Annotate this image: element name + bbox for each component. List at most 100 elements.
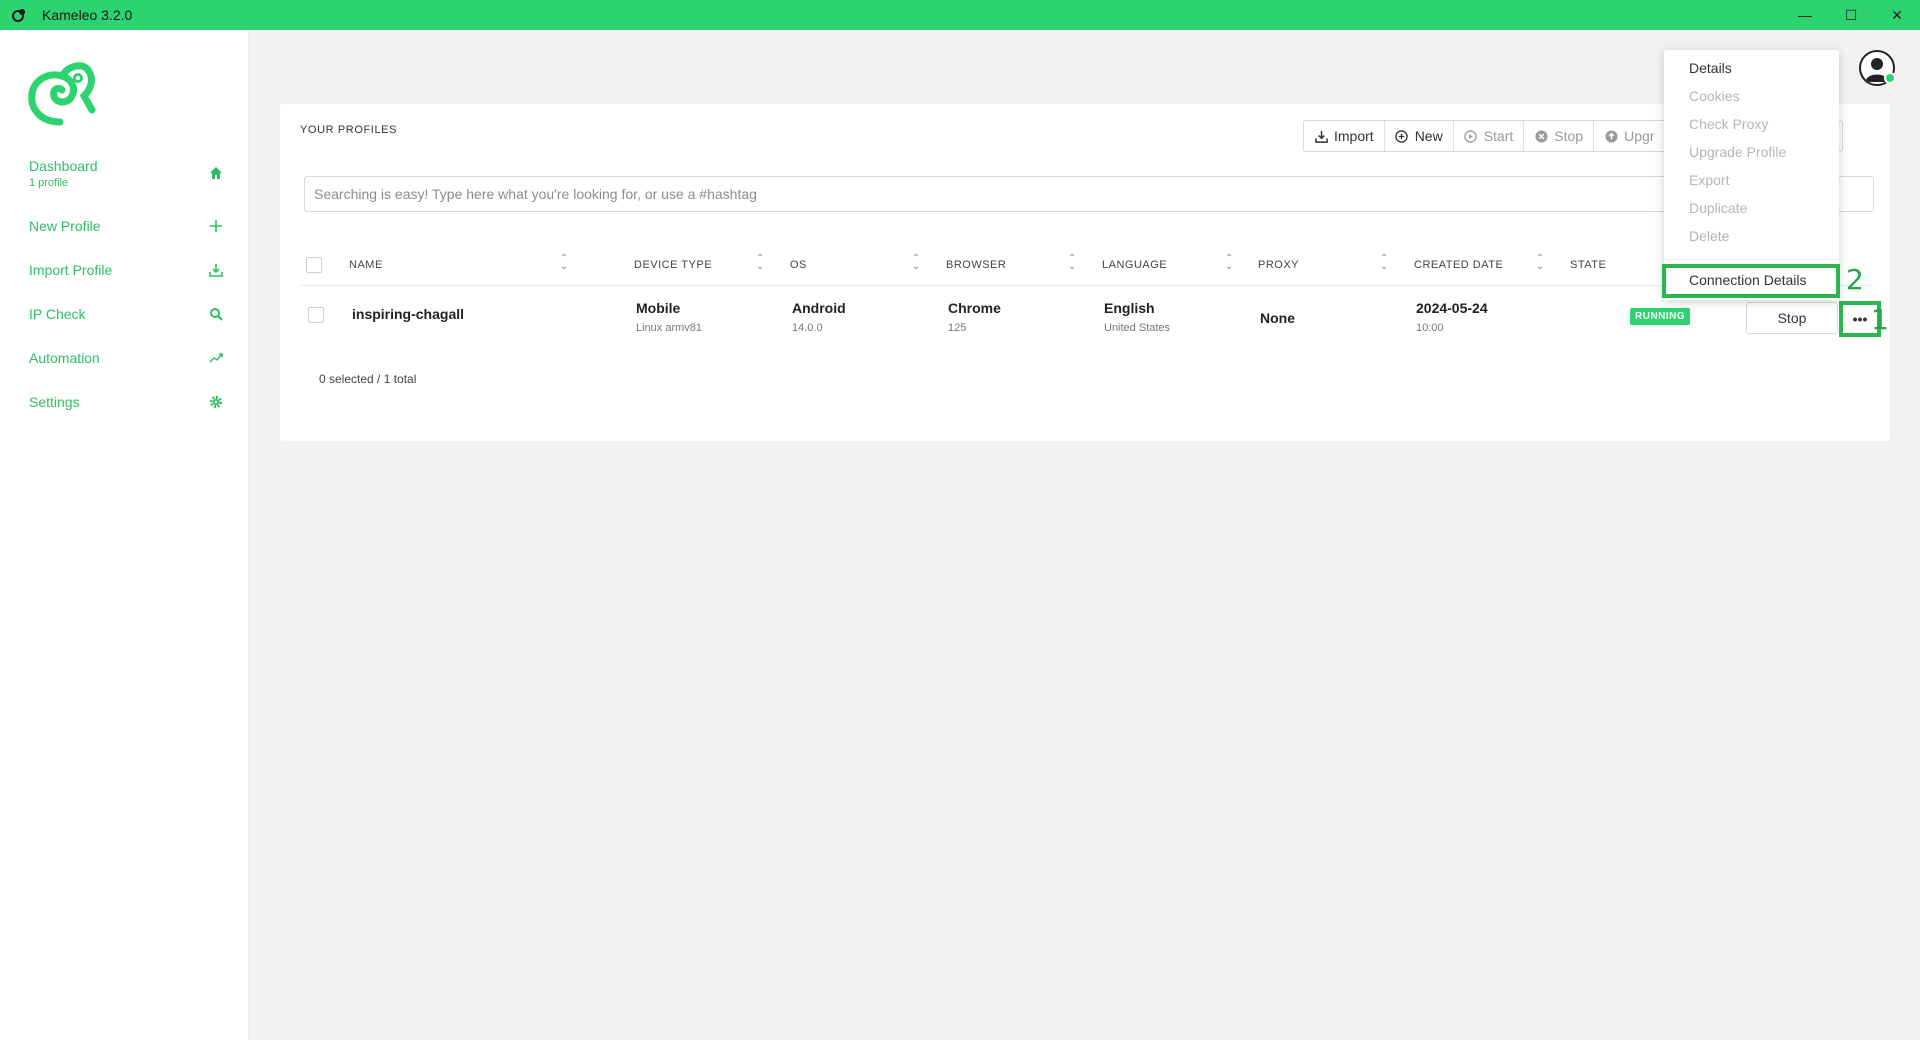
column-header-browser[interactable]: BROWSER [946,244,1006,286]
menu-item-delete[interactable]: Delete [1689,228,1729,244]
online-status-dot [1884,72,1896,84]
profile-count: 1 profile [29,176,69,189]
column-header-state[interactable]: STATE [1570,244,1606,286]
sidebar-item-dashboard[interactable]: Dashboard 1 profile [0,142,249,204]
menu-divider [1664,259,1839,260]
proxy-cell: None [1260,310,1295,326]
sidebar-item-label: Dashboard [29,157,98,174]
new-button[interactable]: New [1385,121,1454,151]
device-type: Mobile [636,300,681,316]
upgrade-button[interactable]: Upgr [1594,121,1666,151]
minimize-button[interactable]: — [1782,0,1828,30]
step-1-annotation: 1 [1871,303,1889,336]
sort-icon[interactable]: ⌃ ⌄ [912,254,920,272]
menu-item-cookies[interactable]: Cookies [1689,88,1740,104]
step-2-annotation: 2 [1846,263,1864,296]
name-cell: inspiring-chagall [352,306,464,322]
os-cell: Android 14.0.0 [792,300,846,334]
row-checkbox[interactable] [308,307,324,323]
sort-icon[interactable]: ⌃ ⌄ [756,254,764,272]
sidebar-item-settings[interactable]: Settings [0,380,249,424]
import-label: Import [1334,128,1374,144]
browser-version: 125 [948,322,967,334]
language-name: English [1104,300,1155,316]
sort-icon[interactable]: ⌃ ⌄ [560,254,568,272]
created-date: 2024-05-24 [1416,300,1488,316]
menu-item-check-proxy[interactable]: Check Proxy [1689,116,1768,132]
sort-icon[interactable]: ⌃ ⌄ [1380,254,1388,272]
menu-item-duplicate[interactable]: Duplicate [1689,200,1747,216]
sidebar-item-label: Settings [29,394,80,410]
browser-cell: Chrome 125 [948,300,1001,334]
column-header-language[interactable]: LANGUAGE [1102,244,1167,286]
sidebar-item-label: New Profile [29,218,101,234]
column-header-created-date[interactable]: CREATED DATE [1414,244,1503,286]
play-circle-icon [1464,129,1478,143]
sort-icon[interactable]: ⌃ ⌄ [1225,254,1233,272]
new-label: New [1414,128,1443,144]
proxy-value: None [1260,310,1295,326]
window-title: Kameleo 3.2.0 [42,7,133,23]
menu-item-export[interactable]: Export [1689,172,1729,188]
profile-context-menu: Details Cookies Check Proxy Upgrade Prof… [1664,50,1839,300]
search-input[interactable] [304,176,1874,212]
plus-circle-icon [1395,129,1409,143]
profile-name: inspiring-chagall [352,306,465,322]
profiles-table: NAME ⌃ ⌄ DEVICE TYPE ⌃ ⌄ OS ⌃ ⌄ BROWSER ⌃ ⌄ … [300,244,1881,350]
home-icon [207,164,225,182]
sidebar-item-label: Import Profile [29,262,113,278]
select-all-checkbox[interactable] [306,257,322,273]
start-label: Start [1483,128,1514,144]
sort-icon[interactable]: ⌃ ⌄ [1536,254,1544,272]
page-title: YOUR PROFILES [300,124,398,136]
stop-circle-icon [1534,129,1548,143]
menu-item-upgrade-profile[interactable]: Upgrade Profile [1689,144,1786,160]
import-button[interactable]: Import [1304,121,1385,151]
connection-details-highlight [1662,264,1840,298]
os-version: 14.0.0 [792,322,823,334]
sidebar-item-new-profile[interactable]: New Profile [0,204,249,248]
device-cell: Mobile Linux armv81 [636,300,702,334]
device-platform: Linux armv81 [636,322,703,334]
browser-name: Chrome [948,300,1001,316]
start-button[interactable]: Start [1454,121,1525,151]
profiles-card: YOUR PROFILES Import New Start Stop Upgr… [280,104,1890,441]
kameleo-app-icon [10,6,28,24]
menu-item-details[interactable]: Details [1689,60,1732,76]
gear-icon [207,393,225,411]
upgrade-icon [1604,129,1618,143]
os-name: Android [792,300,846,316]
language-region: United States [1104,322,1171,334]
sidebar: Dashboard 1 profile New Profile Import P… [0,30,249,1040]
sidebar-item-label: Automation [29,350,100,366]
column-header-proxy[interactable]: PROXY [1258,244,1299,286]
created-cell: 2024-05-24 10:00 [1416,300,1488,334]
sidebar-item-import-profile[interactable]: Import Profile [0,248,249,292]
status-badge: RUNNING [1630,308,1691,325]
search-icon [207,305,225,323]
maximize-button[interactable]: ☐ [1828,0,1874,30]
download-icon [1314,129,1328,143]
column-header-name[interactable]: NAME [349,244,383,286]
trend-icon [207,349,225,367]
sidebar-item-ip-check[interactable]: IP Check [0,292,249,336]
title-bar: Kameleo 3.2.0 — ☐ ✕ [0,0,1920,30]
download-icon [207,261,225,279]
sidebar-nav: Dashboard 1 profile New Profile Import P… [0,142,249,424]
sort-icon[interactable]: ⌃ ⌄ [1068,254,1076,272]
table-header: NAME ⌃ ⌄ DEVICE TYPE ⌃ ⌄ OS ⌃ ⌄ BROWSER ⌃ ⌄ … [300,244,1874,286]
close-button[interactable]: ✕ [1874,0,1920,30]
upgrade-label: Upgr [1624,128,1655,144]
stop-toolbar-button[interactable]: Stop [1524,121,1595,151]
sidebar-item-automation[interactable]: Automation [0,336,249,380]
selection-summary: 0 selected / 1 total [319,372,417,386]
stop-label: Stop [1554,128,1584,144]
kameleo-logo [26,62,98,128]
column-header-device-type[interactable]: DEVICE TYPE [634,244,712,286]
created-time: 10:00 [1416,322,1444,334]
table-row[interactable]: inspiring-chagall Mobile Linux armv81 An… [300,286,1881,350]
sidebar-item-label: IP Check [29,306,86,322]
stop-profile-button[interactable]: Stop [1746,302,1838,334]
plus-icon [207,217,225,235]
column-header-os[interactable]: OS [790,244,807,286]
